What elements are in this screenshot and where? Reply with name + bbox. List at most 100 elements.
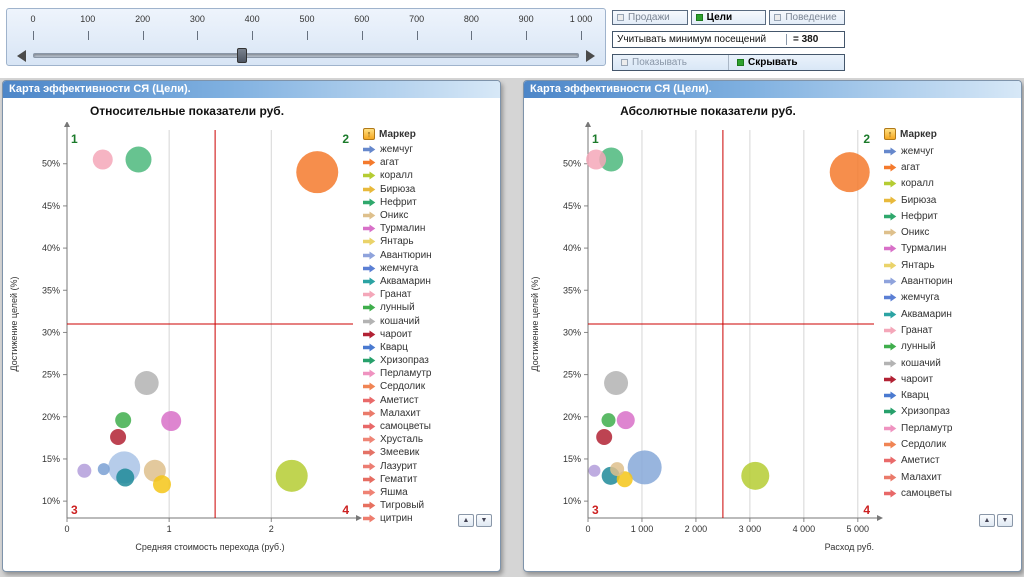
- bubble[interactable]: [741, 462, 769, 490]
- legend-item[interactable]: чароит: [884, 371, 1020, 387]
- slider-handle[interactable]: [237, 48, 247, 63]
- legend-item[interactable]: Перламутр: [363, 367, 499, 380]
- toggle-goals[interactable]: Цели: [691, 10, 767, 25]
- filter-controls: ПродажиЦелиПоведение Учитывать минимум п…: [612, 10, 845, 71]
- bubble[interactable]: [588, 465, 600, 477]
- bubble[interactable]: [115, 412, 131, 428]
- legend-item[interactable]: Авантюрин: [884, 273, 1020, 289]
- visits-slider[interactable]: 01002003004005006007008009001 000: [6, 8, 606, 66]
- bubble[interactable]: [276, 460, 308, 492]
- legend-item[interactable]: Турмалин: [363, 222, 499, 235]
- legend-item[interactable]: Малахит: [884, 469, 1020, 485]
- slider-groove[interactable]: [33, 53, 579, 58]
- bubble[interactable]: [77, 464, 91, 478]
- legend-item[interactable]: Кварц: [884, 387, 1020, 403]
- legend-item[interactable]: жемчуг: [884, 143, 1020, 159]
- bubble[interactable]: [604, 371, 628, 395]
- bubble[interactable]: [610, 462, 624, 476]
- legend-item[interactable]: Хризопраз: [884, 404, 1020, 420]
- legend-item[interactable]: Аквамарин: [363, 275, 499, 288]
- legend-item[interactable]: агат: [363, 156, 499, 169]
- legend-item[interactable]: Малахит: [363, 407, 499, 420]
- bubble[interactable]: [830, 152, 870, 192]
- legend-item[interactable]: Змеевик: [363, 446, 499, 459]
- bubble[interactable]: [296, 151, 338, 193]
- bubble[interactable]: [93, 150, 113, 170]
- min-visits-value[interactable]: = 380: [786, 34, 844, 45]
- legend-item[interactable]: Оникс: [363, 209, 499, 222]
- legend-item[interactable]: лунный: [884, 339, 1020, 355]
- legend-item[interactable]: Аметист: [363, 394, 499, 407]
- legend-item[interactable]: Гематит: [363, 473, 499, 486]
- svg-text:1: 1: [167, 524, 172, 534]
- series-arrow-icon: [884, 359, 897, 368]
- legend-item[interactable]: Янтарь: [363, 235, 499, 248]
- legend-item[interactable]: Авантюрин: [363, 249, 499, 262]
- legend-item[interactable]: Нефрит: [884, 208, 1020, 224]
- bubble[interactable]: [135, 371, 159, 395]
- legend-item[interactable]: Турмалин: [884, 241, 1020, 257]
- slider-tick: [526, 31, 527, 40]
- legend-item[interactable]: Перламутр: [884, 420, 1020, 436]
- bubble[interactable]: [628, 450, 662, 484]
- legend-item[interactable]: Бирюза: [363, 183, 499, 196]
- slider-left-arrow-icon[interactable]: [17, 50, 26, 62]
- series-arrow-icon: [363, 330, 376, 339]
- legend-item[interactable]: Янтарь: [884, 257, 1020, 273]
- slider-tick: [362, 31, 363, 40]
- legend-item[interactable]: Сердолик: [884, 436, 1020, 452]
- toggle-show[interactable]: Показывать: [613, 55, 728, 70]
- scroll-up-button[interactable]: ▲: [979, 514, 995, 527]
- bubble-chart-absolute[interactable]: 01 0002 0003 0004 0005 00010%15%20%25%30…: [526, 122, 894, 564]
- bubble-chart-relative[interactable]: 01210%15%20%25%30%35%40%45%50%1234Достиж…: [5, 122, 373, 564]
- legend-item[interactable]: Бирюза: [884, 192, 1020, 208]
- legend-item[interactable]: самоцветы: [363, 420, 499, 433]
- legend-item[interactable]: Гранат: [363, 288, 499, 301]
- legend-item[interactable]: кошачий: [363, 314, 499, 327]
- legend-item[interactable]: Хрусталь: [363, 433, 499, 446]
- bubble[interactable]: [602, 413, 616, 427]
- legend-item[interactable]: жемчуга: [363, 262, 499, 275]
- bubble[interactable]: [617, 411, 635, 429]
- min-visits-field[interactable]: Учитывать минимум посещений = 380: [612, 31, 845, 48]
- bubble[interactable]: [98, 463, 110, 475]
- legend-item[interactable]: Гранат: [884, 322, 1020, 338]
- bubble[interactable]: [161, 411, 181, 431]
- legend-item-label: Сердолик: [380, 381, 425, 392]
- legend-item[interactable]: Аквамарин: [884, 306, 1020, 322]
- series-arrow-icon: [884, 310, 897, 319]
- legend-item[interactable]: чароит: [363, 328, 499, 341]
- bubble[interactable]: [110, 429, 126, 445]
- legend-item[interactable]: коралл: [884, 176, 1020, 192]
- legend-item[interactable]: Сердолик: [363, 380, 499, 393]
- legend-item[interactable]: Лазурит: [363, 460, 499, 473]
- legend-item[interactable]: Яшма: [363, 486, 499, 499]
- legend-item[interactable]: жемчуга: [884, 290, 1020, 306]
- legend-item[interactable]: Тигровый: [363, 499, 499, 512]
- bubble[interactable]: [116, 469, 134, 487]
- slider-right-arrow-icon[interactable]: [586, 50, 595, 62]
- legend-item[interactable]: Кварц: [363, 341, 499, 354]
- legend-item[interactable]: коралл: [363, 169, 499, 182]
- legend-item[interactable]: Нефрит: [363, 196, 499, 209]
- bubble[interactable]: [126, 147, 152, 173]
- toggle-sales[interactable]: Продажи: [612, 10, 688, 25]
- toggle-behavior[interactable]: Поведение: [769, 10, 845, 25]
- scroll-up-button[interactable]: ▲: [458, 514, 474, 527]
- slider-scale-label: 800: [464, 14, 479, 24]
- metric-toggles: ПродажиЦелиПоведение: [612, 10, 845, 25]
- bubble[interactable]: [596, 429, 612, 445]
- scroll-down-button[interactable]: ▼: [476, 514, 492, 527]
- toggle-hide[interactable]: Скрывать: [728, 55, 844, 70]
- legend-item[interactable]: лунный: [363, 301, 499, 314]
- scroll-down-button[interactable]: ▼: [997, 514, 1013, 527]
- legend-item[interactable]: Аметист: [884, 453, 1020, 469]
- legend-item[interactable]: агат: [884, 159, 1020, 175]
- legend-item[interactable]: жемчуг: [363, 143, 499, 156]
- legend-item[interactable]: самоцветы: [884, 485, 1020, 501]
- legend-item[interactable]: Оникс: [884, 224, 1020, 240]
- bubble[interactable]: [153, 475, 171, 493]
- legend-item[interactable]: кошачий: [884, 355, 1020, 371]
- bubble[interactable]: [586, 150, 606, 170]
- legend-item[interactable]: Хризопраз: [363, 354, 499, 367]
